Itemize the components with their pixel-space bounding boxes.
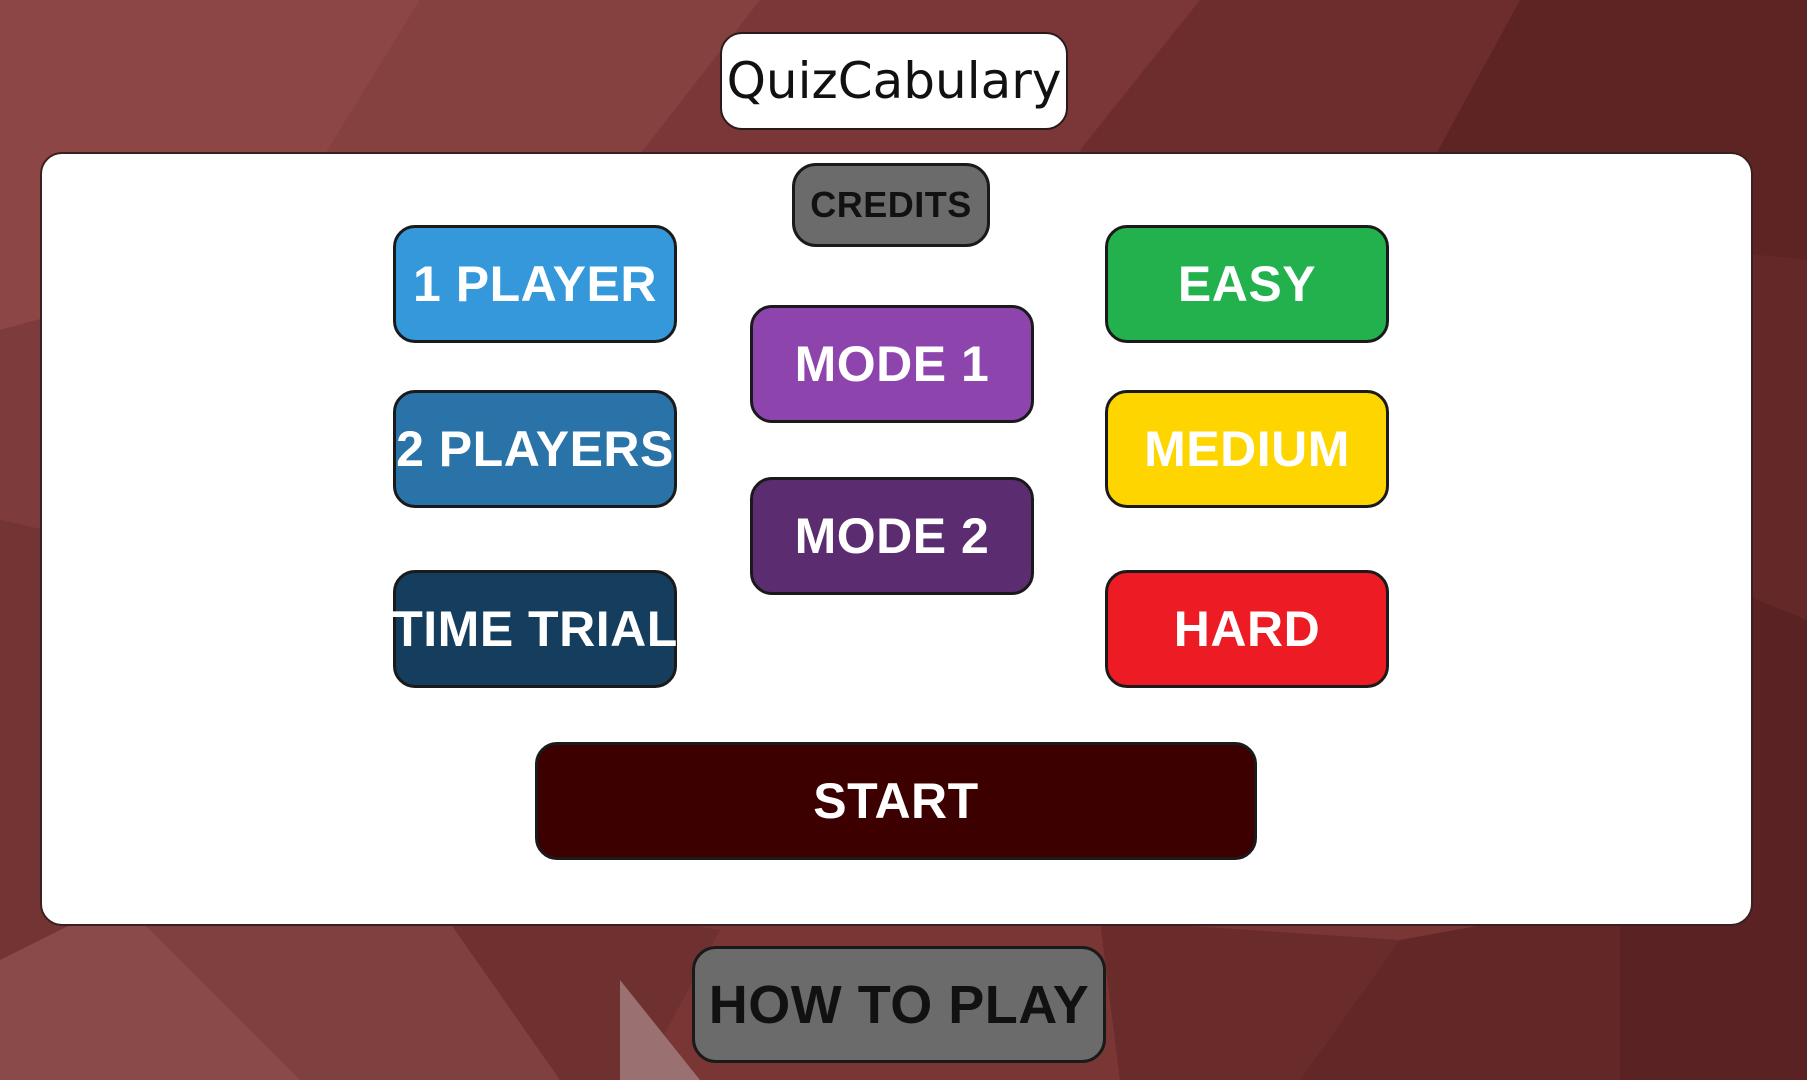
start-button[interactable]: START bbox=[535, 742, 1257, 860]
game-title: QuizCabulary bbox=[720, 32, 1068, 130]
one-player-button[interactable]: 1 PLAYER bbox=[393, 225, 677, 343]
two-players-button[interactable]: 2 PLAYERS bbox=[393, 390, 677, 508]
easy-button[interactable]: EASY bbox=[1105, 225, 1389, 343]
hard-button[interactable]: HARD bbox=[1105, 570, 1389, 688]
medium-button[interactable]: MEDIUM bbox=[1105, 390, 1389, 508]
mode-2-button[interactable]: MODE 2 bbox=[750, 477, 1034, 595]
mode-1-button[interactable]: MODE 1 bbox=[750, 305, 1034, 423]
credits-button[interactable]: CREDITS bbox=[792, 163, 990, 247]
how-to-play-button[interactable]: HOW TO PLAY bbox=[692, 946, 1106, 1063]
time-trial-button[interactable]: TIME TRIAL bbox=[392, 570, 677, 688]
